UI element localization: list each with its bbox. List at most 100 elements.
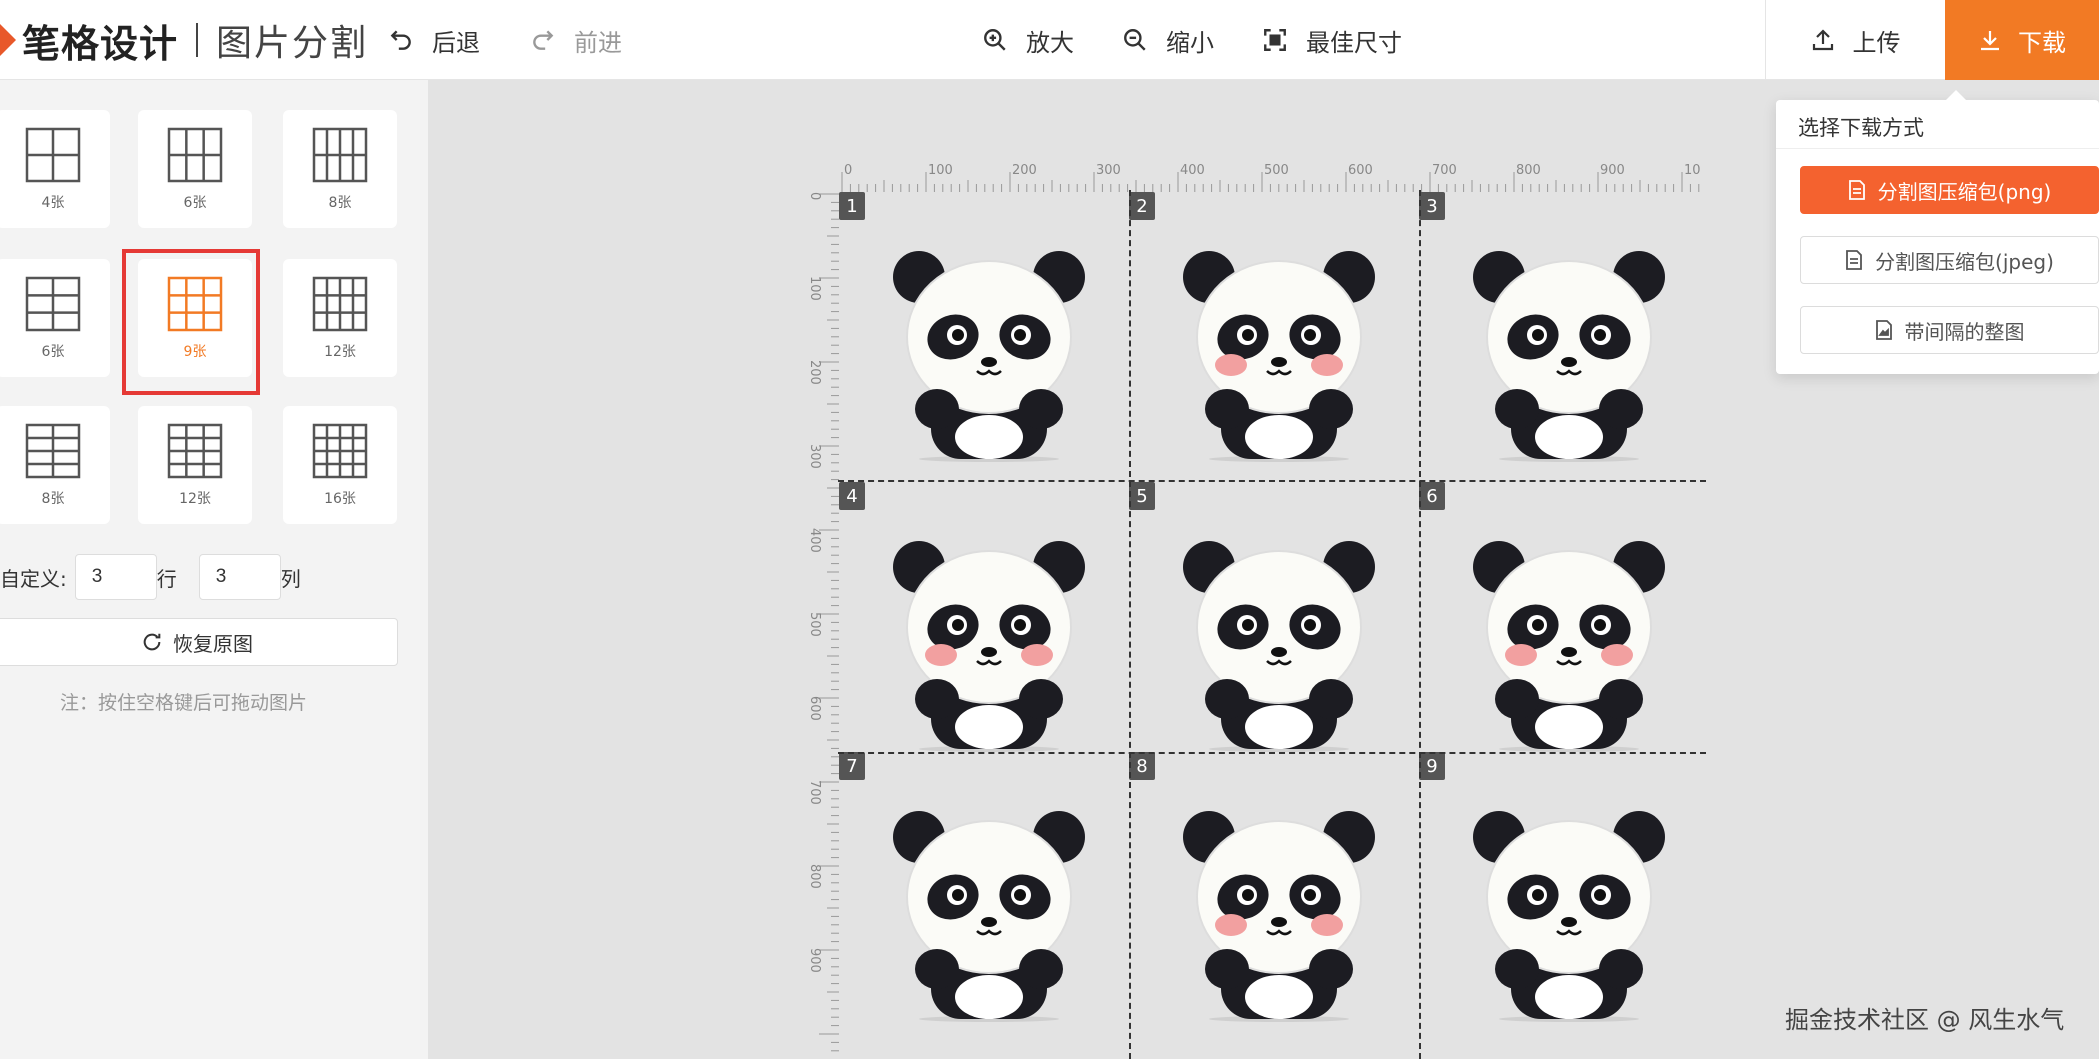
tile-number-badge: 8 bbox=[1129, 752, 1155, 780]
restore-original-button[interactable]: 恢复原图 bbox=[0, 618, 398, 666]
grid-option-card[interactable]: 6张 bbox=[0, 259, 110, 377]
ruler-label: 200 bbox=[807, 360, 822, 385]
download-menu-title: 选择下载方式 bbox=[1798, 116, 1924, 140]
ruler-label: 400 bbox=[1180, 163, 1205, 178]
option-label: 分割图压缩包(png) bbox=[1877, 179, 2052, 204]
grid-option-card[interactable]: 4张 bbox=[0, 110, 110, 228]
tile-number-badge: 5 bbox=[1129, 482, 1155, 510]
ruler-label: 10 bbox=[1684, 163, 1701, 178]
zoom-in-button[interactable]: 放大 bbox=[982, 0, 1074, 80]
logo-divider bbox=[196, 23, 199, 57]
restore-label: 恢复原图 bbox=[173, 631, 253, 656]
grid-layout-icon bbox=[25, 127, 81, 183]
zoom-out-button[interactable]: 缩小 bbox=[1122, 0, 1214, 80]
fit-size-button[interactable]: 最佳尺寸 bbox=[1262, 0, 1402, 80]
zoom-in-label: 放大 bbox=[1026, 28, 1074, 57]
undo-button[interactable]: 后退 bbox=[388, 0, 480, 80]
panda-image bbox=[1169, 527, 1389, 752]
grid-option-label: 4张 bbox=[41, 195, 65, 211]
grid-layout-icon bbox=[312, 127, 368, 183]
cut-line-horizontal[interactable] bbox=[838, 480, 1706, 482]
panda-image bbox=[1459, 797, 1679, 1022]
split-tile[interactable]: 7 bbox=[839, 752, 1129, 1022]
grid-option-label: 12张 bbox=[179, 491, 211, 507]
page-title: 图片分割 bbox=[216, 23, 369, 64]
download-button[interactable]: 下载 bbox=[1945, 0, 2099, 80]
cut-line-horizontal[interactable] bbox=[838, 752, 1706, 754]
ruler-label: 400 bbox=[807, 528, 822, 553]
split-tile[interactable]: 2 bbox=[1129, 192, 1419, 462]
ruler-label: 500 bbox=[807, 612, 822, 637]
image-file-icon bbox=[1875, 320, 1892, 340]
tile-number-badge: 3 bbox=[1419, 192, 1445, 220]
vertical-ruler: 0 100 200 300 400 500 600 700 800 900 bbox=[807, 192, 839, 1052]
panda-image bbox=[1169, 797, 1389, 1022]
ruler-label: 300 bbox=[807, 444, 822, 469]
grid-option-card[interactable]: 12张 bbox=[138, 406, 252, 524]
ruler-label: 0 bbox=[844, 163, 852, 178]
file-icon bbox=[1848, 180, 1865, 200]
option-label: 带间隔的整图 bbox=[1904, 319, 2025, 344]
ruler-label: 200 bbox=[1012, 163, 1037, 178]
horizontal-ruler: 0 100 200 300 400 500 600 700 800 900 10 bbox=[841, 163, 1701, 192]
grid-layout-icon bbox=[167, 127, 223, 183]
ruler-label: 800 bbox=[807, 864, 822, 889]
ruler-label: 700 bbox=[807, 780, 822, 805]
tile-number-badge: 1 bbox=[839, 192, 865, 220]
app-logo: 笔格设计 图片分割 bbox=[0, 14, 368, 66]
ruler-label: 100 bbox=[807, 276, 822, 301]
grid-layout-icon bbox=[25, 276, 81, 332]
redo-button[interactable]: 前进 bbox=[530, 0, 622, 80]
grid-option-card[interactable]: 8张 bbox=[0, 406, 110, 524]
download-menu: 选择下载方式 分割图压缩包(png) 分割图压缩包(jpeg) 带间隔的整图 bbox=[1776, 90, 2099, 374]
grid-layout-icon bbox=[25, 423, 81, 479]
grid-option-card[interactable]: 6张 bbox=[138, 110, 252, 228]
logo-text: 笔格设计 bbox=[22, 21, 179, 66]
watermark: 掘金技术社区 @ 风生水气 bbox=[1785, 1006, 2065, 1034]
menu-divider bbox=[1776, 148, 2099, 149]
ruler-label: 800 bbox=[1516, 163, 1541, 178]
redo-label: 前进 bbox=[574, 28, 622, 57]
split-tile[interactable]: 3 bbox=[1419, 192, 1709, 462]
download-zip-jpeg-button[interactable]: 分割图压缩包(jpeg) bbox=[1800, 236, 2099, 284]
upload-icon bbox=[1812, 29, 1833, 51]
cut-line-vertical[interactable] bbox=[1419, 190, 1421, 1059]
grid-option-card[interactable]: 16张 bbox=[283, 406, 397, 524]
split-tile[interactable]: 1 bbox=[839, 192, 1129, 462]
drag-hint: 注：按住空格键后可拖动图片 bbox=[60, 692, 308, 714]
download-zip-png-button[interactable]: 分割图压缩包(png) bbox=[1800, 166, 2099, 214]
split-tile[interactable]: 5 bbox=[1129, 482, 1419, 752]
ruler-label: 900 bbox=[807, 948, 822, 973]
selection-highlight bbox=[122, 249, 260, 395]
panda-image bbox=[879, 527, 1099, 752]
grid-option-card[interactable]: 8张 bbox=[283, 110, 397, 228]
custom-label: 自定义: bbox=[0, 566, 67, 591]
grid-option-card[interactable]: 12张 bbox=[283, 259, 397, 377]
fit-size-label: 最佳尺寸 bbox=[1306, 28, 1402, 57]
download-icon bbox=[1981, 31, 1999, 51]
split-tile[interactable]: 4 bbox=[839, 482, 1129, 752]
split-tile[interactable]: 6 bbox=[1419, 482, 1709, 752]
redo-icon bbox=[533, 30, 554, 50]
split-tile[interactable]: 9 bbox=[1419, 752, 1709, 1022]
download-full-image-button[interactable]: 带间隔的整图 bbox=[1800, 306, 2099, 354]
split-tile[interactable]: 8 bbox=[1129, 752, 1419, 1022]
cols-input[interactable] bbox=[198, 554, 281, 600]
logo-mark-icon bbox=[0, 24, 16, 56]
grid-option-label: 6张 bbox=[41, 344, 65, 360]
rows-input[interactable] bbox=[74, 554, 157, 600]
grid-option-label: 8张 bbox=[41, 491, 65, 507]
grid-layout-icon bbox=[312, 276, 368, 332]
panda-image bbox=[1459, 527, 1679, 752]
tile-number-badge: 4 bbox=[839, 482, 865, 510]
ruler-label: 0 bbox=[807, 192, 822, 200]
cut-line-vertical[interactable] bbox=[1129, 190, 1131, 1059]
refresh-icon bbox=[143, 633, 161, 651]
panda-image bbox=[879, 237, 1099, 462]
download-label: 下载 bbox=[2018, 28, 2066, 57]
upload-button[interactable]: 上传 bbox=[1765, 0, 1945, 80]
tile-number-badge: 6 bbox=[1419, 482, 1445, 510]
ruler-label: 900 bbox=[1600, 163, 1625, 178]
undo-label: 后退 bbox=[432, 28, 480, 57]
panda-image bbox=[1169, 237, 1389, 462]
